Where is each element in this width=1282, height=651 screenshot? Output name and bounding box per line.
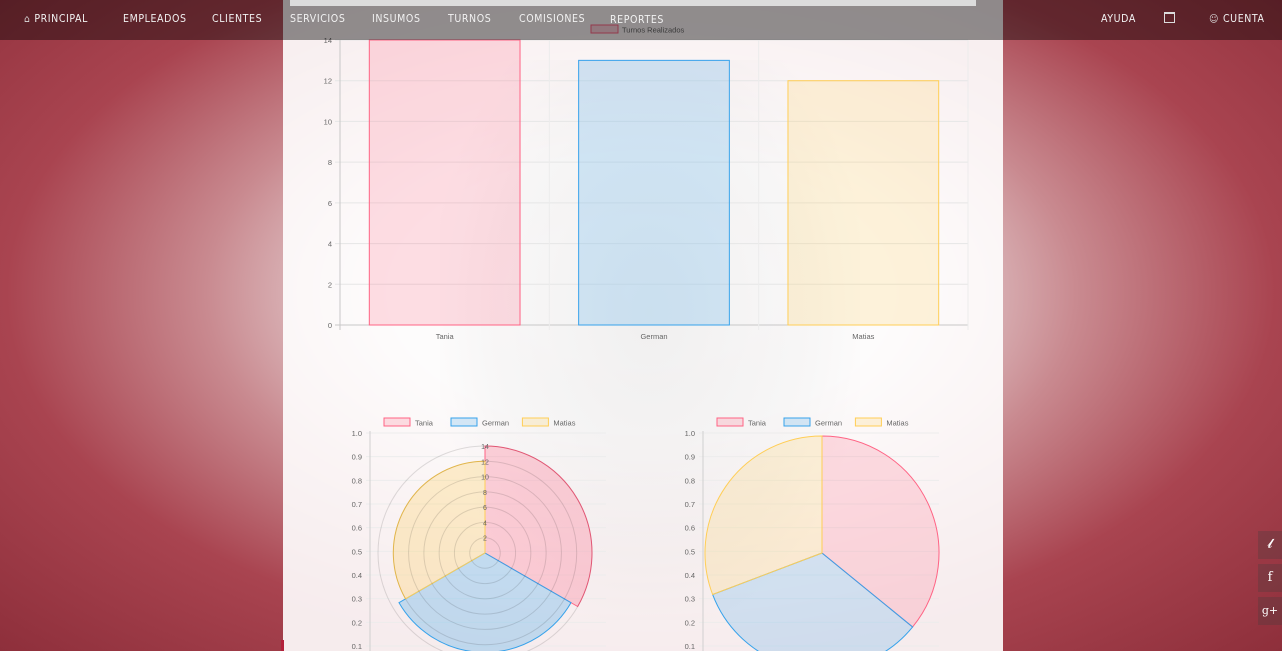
nav-principal[interactable]: ⌂ PRINCIPAL bbox=[24, 12, 88, 26]
bar-chart bbox=[335, 39, 969, 330]
pie-y-tick-label: 0.8 bbox=[685, 476, 695, 485]
bar-y-tick-label: 6 bbox=[328, 199, 332, 208]
bar-x-tick-label: Tania bbox=[436, 332, 455, 341]
pie-y-tick-label: 0.4 bbox=[685, 571, 695, 580]
polar-r-tick-label: 4 bbox=[483, 520, 487, 527]
polar-legend-label: German bbox=[482, 419, 509, 428]
nav-comisiones[interactable]: COMISIONES bbox=[519, 12, 585, 26]
nav-principal-label: PRINCIPAL bbox=[34, 13, 88, 25]
nav-turnos[interactable]: TURNOS bbox=[448, 12, 491, 26]
pie-y-tick-label: 0.9 bbox=[685, 453, 695, 462]
polar-y-tick-label: 0.7 bbox=[352, 500, 362, 509]
nav-cuenta-label: CUENTA bbox=[1222, 13, 1265, 25]
user-icon: ☺ bbox=[1209, 14, 1219, 25]
bar-x-tick-label: Matias bbox=[852, 332, 874, 341]
charts-canvas: 02468101214Tania German MatiasTurnos Reali… bbox=[324, 24, 969, 651]
polar-legend-label: Tania bbox=[415, 419, 434, 428]
polar-y-tick-label: 0.9 bbox=[352, 453, 362, 462]
pie-y-tick-label: 0.1 bbox=[685, 642, 695, 651]
pie-y-tick-label: 0.5 bbox=[685, 547, 695, 556]
polar-r-tick-label: 8 bbox=[483, 490, 487, 497]
polar-r-tick-label: 14 bbox=[481, 444, 489, 451]
bar-matias bbox=[787, 80, 940, 326]
polar-r-tick-label: 10 bbox=[481, 475, 489, 482]
pie-y-tick-label: 1.0 bbox=[685, 429, 695, 438]
nav-calendar[interactable] bbox=[1164, 12, 1175, 26]
nav-reportes[interactable]: REPORTES bbox=[610, 13, 664, 27]
bar-german bbox=[578, 59, 730, 326]
pie-legend-label: Matias bbox=[886, 419, 908, 428]
polar-y-tick-label: 0.3 bbox=[352, 595, 362, 604]
pie-y-tick-label: 0.3 bbox=[685, 595, 695, 604]
bar-x-tick-label: German bbox=[640, 332, 667, 341]
pie-legend-label: German bbox=[815, 419, 842, 428]
calendar-icon bbox=[1164, 12, 1175, 23]
nav-insumos[interactable]: INSUMOS bbox=[372, 12, 421, 26]
pie-y-tick-label: 0.7 bbox=[685, 500, 695, 509]
pie-legend-swatch-matias bbox=[854, 417, 882, 427]
polar-y-tick-label: 1.0 bbox=[352, 429, 362, 438]
nav-clientes[interactable]: CLIENTES bbox=[212, 12, 262, 26]
polar-legend-swatch-tania bbox=[383, 417, 411, 427]
bar-y-tick-label: 8 bbox=[328, 158, 332, 167]
home-icon: ⌂ bbox=[24, 14, 31, 25]
panel-top-strip bbox=[290, 0, 976, 6]
nav-servicios[interactable]: SERVICIOS bbox=[290, 12, 345, 26]
pie-legend-swatch-tania bbox=[716, 417, 744, 427]
bar-y-tick-label: 12 bbox=[324, 77, 332, 86]
polar-y-tick-label: 0.1 bbox=[352, 642, 362, 651]
polar-y-tick-label: 0.6 bbox=[352, 524, 362, 533]
polar-legend-label: Matias bbox=[553, 419, 575, 428]
bar-y-tick-label: 0 bbox=[328, 321, 332, 330]
nav-empleados[interactable]: EMPLEADOS bbox=[123, 12, 187, 26]
pie-y-tick-label: 0.6 bbox=[685, 524, 695, 533]
polar-y-tick-label: 0.8 bbox=[352, 476, 362, 485]
bar-y-tick-label: 4 bbox=[328, 240, 332, 249]
bar-y-tick-label: 2 bbox=[328, 280, 332, 289]
polar-y-tick-label: 0.4 bbox=[352, 571, 362, 580]
nav-ayuda[interactable]: AYUDA bbox=[1101, 12, 1136, 26]
polar-r-tick-label: 6 bbox=[483, 505, 487, 512]
nav-cuenta[interactable]: ☺ CUENTA bbox=[1209, 12, 1265, 26]
polar-legend-swatch-german bbox=[450, 417, 478, 427]
polar-r-tick-label: 2 bbox=[483, 536, 487, 543]
polar-y-tick-label: 0.2 bbox=[352, 618, 362, 627]
bar-tania bbox=[368, 39, 521, 326]
polar-r-tick-label: 12 bbox=[481, 459, 489, 466]
pie-y-tick-label: 0.2 bbox=[685, 618, 695, 627]
polar-legend-swatch-matias bbox=[521, 417, 549, 427]
bar-y-tick-label: 10 bbox=[324, 117, 332, 126]
pie-legend-label: Tania bbox=[748, 419, 767, 428]
top-navbar: ⌂ PRINCIPAL EMPLEADOS CLIENTES SERVICIOS … bbox=[0, 0, 1282, 40]
polar-y-tick-label: 0.5 bbox=[352, 547, 362, 556]
pie-legend-swatch-german bbox=[783, 417, 811, 427]
